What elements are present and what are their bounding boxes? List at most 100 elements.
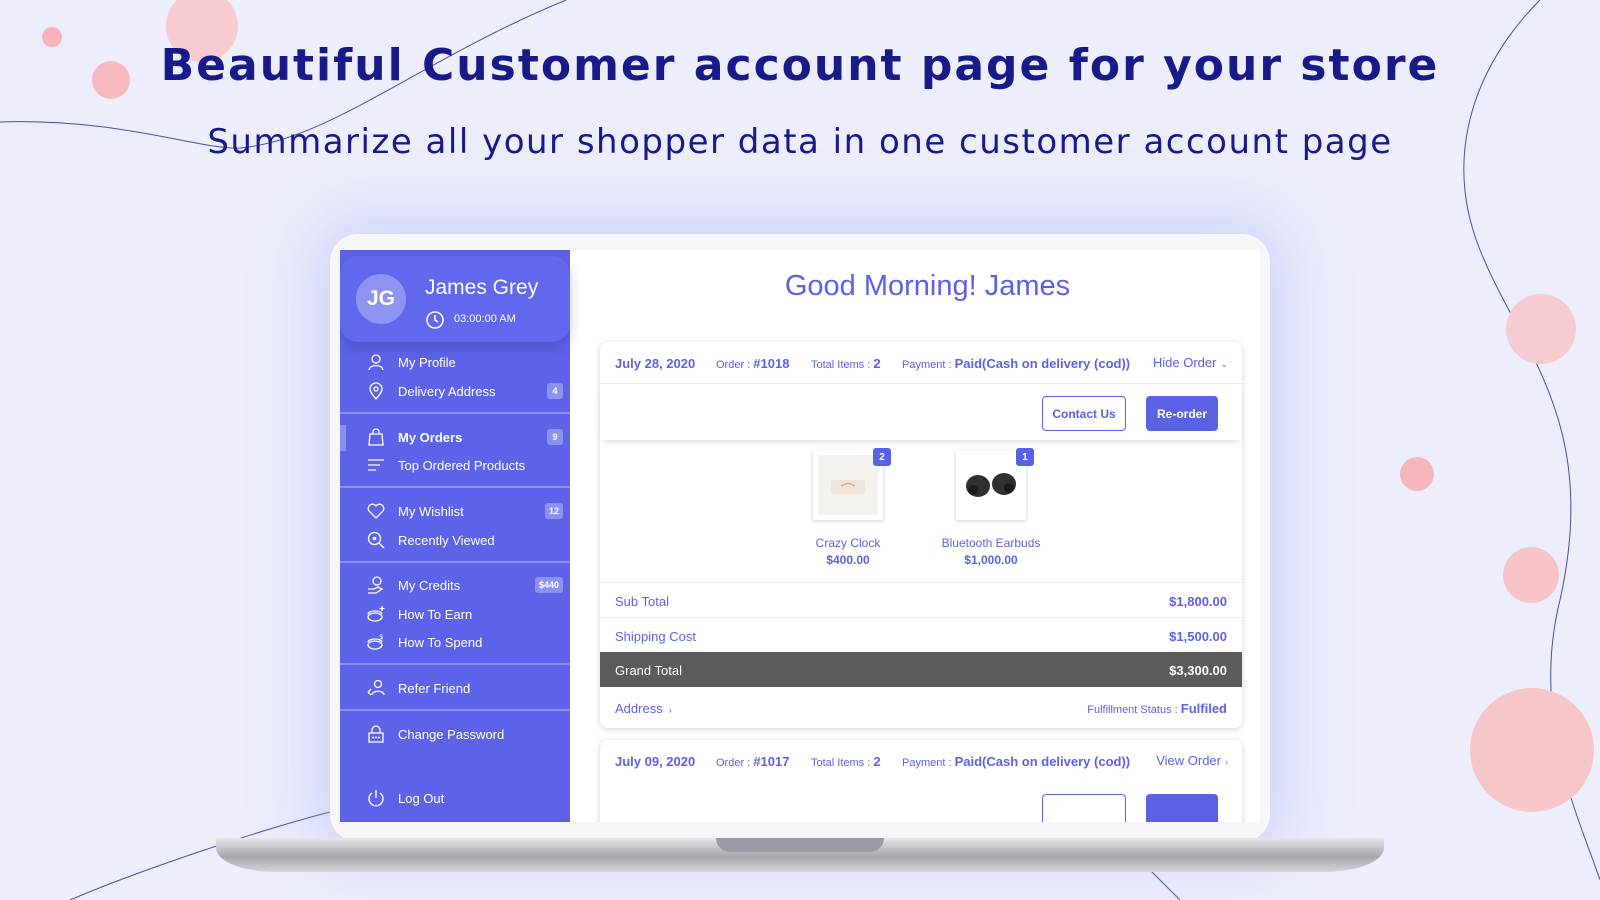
sidebar-item-label: How To Spend [398,635,483,650]
sidebar-item-label: Change Password [398,727,505,742]
payment-value: Paid(Cash on delivery (cod)) [954,356,1131,371]
count-badge: 4 [547,383,563,399]
chevron-right-icon: › [668,705,672,715]
order-number-label: Order : [716,359,754,371]
order-header: July 09, 2020 Order : #1017 Total Items … [600,740,1242,782]
grand-total-label: Grand Total [615,663,682,678]
fulfillment-status: Fulfillment Status : Fulfiled [1087,701,1227,716]
payment-label: Payment : [902,359,955,371]
quantity-badge: 1 [1016,448,1034,466]
order-card: July 09, 2020 Order : #1017 Total Items … [600,740,1242,822]
order-number: #1017 [753,754,790,769]
sidebar-item-label: My Orders [398,430,463,445]
menu-divider [340,561,570,563]
sidebar-item-recently-viewed[interactable]: Recently Viewed [340,526,570,554]
sidebar-item-label: Recently Viewed [398,533,495,548]
total-items-field: Total Items : 2 [811,356,881,371]
sidebar-item-label: My Credits [398,578,461,593]
hero-title: Beautiful Customer account page for your… [0,40,1600,91]
grand-total-value: $3,300.00 [1169,663,1227,678]
profile-name: James Grey [425,276,539,299]
order-header: July 28, 2020 Order : #1018 Total Items … [600,342,1242,384]
order-date: July 28, 2020 [615,356,696,371]
fulfillment-label: Fulfillment Status : [1087,704,1181,716]
sidebar-item-my-credits[interactable]: My Credits $440 [340,571,570,599]
shipping-cost-row: Shipping Cost $1,500.00 [600,617,1242,652]
order-number-field: Order : #1018 [716,356,789,371]
menu-divider [340,709,570,711]
location-pin-icon [369,382,383,401]
product-price: $400.00 [826,553,870,567]
total-items-label: Total Items : [811,757,874,769]
reorder-button-partial[interactable] [1146,794,1218,822]
menu-divider [340,486,570,488]
hide-order-toggle[interactable]: Hide Order ⌄ [1153,355,1228,370]
sidebar-item-delivery-address[interactable]: Delivery Address 4 [340,377,570,405]
chevron-right-icon: › [1225,757,1228,767]
decor-dot [1506,294,1576,364]
decor-dot [1503,547,1559,603]
sub-total-value: $1,800.00 [1169,594,1227,609]
sidebar-item-top-ordered-products[interactable]: Top Ordered Products [340,451,570,479]
sidebar-item-change-password[interactable]: Change Password [340,720,570,748]
hero-title-suffix: for your store [1051,40,1440,91]
sidebar-item-how-to-spend[interactable]: $ How To Spend [340,628,570,656]
order-date: July 09, 2020 [615,754,696,769]
sidebar-item-label: Log Out [398,791,445,806]
sidebar-item-my-wishlist[interactable]: My Wishlist 12 [340,497,570,525]
sidebar-item-my-orders[interactable]: My Orders 9 [340,423,570,451]
contact-us-button-partial[interactable] [1042,794,1126,822]
menu-divider [340,412,570,414]
product-name[interactable]: Crazy Clock [788,536,908,550]
hide-order-label: Hide Order [1152,355,1217,370]
sidebar-item-log-out[interactable]: Log Out [340,784,570,812]
menu-divider [340,663,570,665]
credit-badge: $440 [534,577,563,593]
order-number-field: Order : #1017 [716,754,789,769]
coins-plus-icon [367,606,385,622]
lock-icon [368,725,384,743]
view-order-toggle[interactable]: View Order › [1156,753,1228,768]
total-items-count: 2 [873,754,881,769]
laptop-screen: JG James Grey 03:00:00 AM My Profile Del… [340,250,1260,822]
coins-dollar-icon: $ [367,633,383,650]
order-footer: Address › Fulfillment Status : Fulfiled [600,692,1242,728]
order-actions: Contact Us Re-order [600,384,1242,440]
sidebar-item-how-to-earn[interactable]: How To Earn [340,600,570,628]
hero-subtitle: Summarize all your shopper data in one c… [207,122,1393,162]
sidebar-item-label: How To Earn [398,607,473,622]
avatar: JG [356,274,406,324]
sidebar-item-refer-friend[interactable]: Refer Friend [340,674,570,702]
shipping-cost-value: $1,500.00 [1169,629,1227,644]
sidebar-item-my-profile[interactable]: My Profile [340,348,570,376]
greeting: Good Morning! James [784,270,1071,302]
total-items-label: Total Items : [811,359,874,371]
contact-us-button[interactable]: Contact Us [1042,396,1126,431]
svg-text:$: $ [379,633,383,641]
address-link[interactable]: Address › [615,701,672,716]
fulfillment-value: Fulfiled [1180,701,1227,716]
order-card: July 28, 2020 Order : #1018 Total Items … [600,342,1242,728]
account-sidebar: JG James Grey 03:00:00 AM My Profile Del… [340,250,570,822]
address-label: Address [615,701,663,716]
clock-icon [426,311,444,329]
decor-dot [1400,457,1434,491]
refer-friend-icon [367,679,385,696]
reorder-button[interactable]: Re-order [1146,396,1218,431]
payment-field: Payment : Paid(Cash on delivery (cod)) [902,754,1130,769]
profile-card: JG James Grey 03:00:00 AM [340,256,570,342]
sidebar-item-label: Top Ordered Products [398,458,526,473]
product-price: $1,000.00 [964,553,1018,567]
hero-title-bold: Customer account page [422,40,1052,91]
payment-field: Payment : Paid(Cash on delivery (cod)) [902,356,1130,371]
laptop-notch [716,838,884,852]
sidebar-item-label: Delivery Address [398,384,496,399]
hero-title-prefix: Beautiful [160,40,423,91]
sort-lines-icon [368,459,384,471]
total-items-count: 2 [873,356,881,371]
shopping-bag-icon [368,428,384,446]
shipping-cost-label: Shipping Cost [615,629,696,644]
product-name[interactable]: Bluetooth Earbuds [931,536,1051,550]
sidebar-item-label: My Wishlist [398,504,464,519]
sidebar-item-label: Refer Friend [398,681,471,696]
